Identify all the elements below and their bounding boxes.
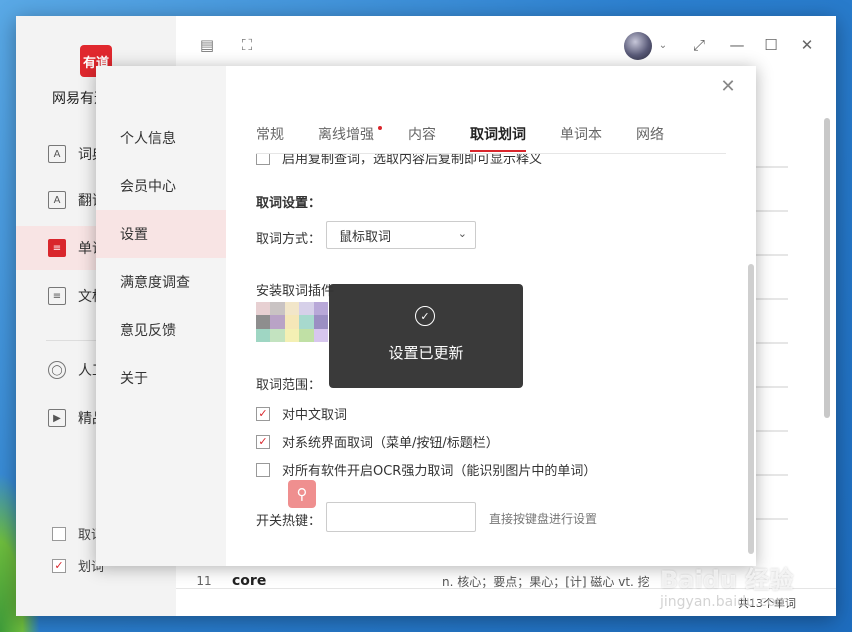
chevron-down-icon: ⌄ <box>457 227 467 240</box>
tab-network[interactable]: 网络 <box>636 124 664 144</box>
lookup-mode-label: 取词方式： <box>256 232 322 247</box>
mini-mode-icon[interactable]: ⤢ <box>690 36 708 54</box>
scope-ocr-option[interactable]: 对所有软件开启OCR强力取词（能识别图片中的单词） <box>256 460 596 479</box>
document-icon: ≡ <box>48 287 66 305</box>
close-icon[interactable]: ✕ <box>718 76 738 97</box>
document-icon[interactable]: ▤ <box>198 36 216 54</box>
checkbox[interactable] <box>52 526 66 541</box>
hotkey-input[interactable] <box>326 502 476 532</box>
wordbook-icon: ≡ <box>48 239 66 257</box>
tab-lookup[interactable]: 取词划词 <box>470 124 526 144</box>
toast-message: 设置已更新 <box>388 344 464 362</box>
maximize-icon[interactable]: ☐ <box>762 36 780 54</box>
translate-icon: A <box>48 191 66 209</box>
settings-sidebar: 个人信息 会员中心 设置 满意度调查 意见反馈 关于 <box>96 66 226 566</box>
settings-tabs: 常规 离线增强 内容 取词划词 单词本 网络 <box>256 124 726 154</box>
checkbox-checked[interactable]: ✓ <box>256 434 270 449</box>
scope-system-ui-option[interactable]: ✓ 对系统界面取词（菜单/按钮/标题栏） <box>256 432 499 451</box>
row-definition: n. 核心；要点；果心；[计] 磁心 vt. 挖 <box>442 574 650 589</box>
plugin-label: 安装取词插件 <box>256 284 335 299</box>
row-number: 11 <box>196 574 212 588</box>
checkbox-checked[interactable]: ✓ <box>256 406 270 421</box>
section-title: 取词设置： <box>256 196 322 211</box>
checkbox[interactable] <box>256 154 270 165</box>
tab-wordbook[interactable]: 单词本 <box>560 124 602 144</box>
settings-nav-survey[interactable]: 满意度调查 <box>96 258 226 306</box>
settings-scrollbar[interactable] <box>748 264 754 554</box>
active-tab-indicator <box>470 150 526 152</box>
settings-nav-settings[interactable]: 设置 <box>96 210 226 258</box>
row-word: core <box>232 573 267 589</box>
settings-nav-about[interactable]: 关于 <box>96 354 226 402</box>
minimize-icon[interactable]: — <box>728 36 746 54</box>
settings-nav-feedback[interactable]: 意见反馈 <box>96 306 226 354</box>
hotkey-label: 开关热键： <box>256 514 322 529</box>
lookup-mode-select[interactable]: 鼠标取词 ⌄ <box>326 221 476 249</box>
screenshot-icon[interactable]: ⛶ <box>238 36 256 54</box>
tab-content[interactable]: 内容 <box>408 124 436 144</box>
scope-label: 取词范围： <box>256 378 322 393</box>
hotkey-hint: 直接按键盘进行设置 <box>489 512 598 526</box>
close-icon[interactable]: ✕ <box>798 36 816 54</box>
new-dot-icon <box>378 126 382 130</box>
video-icon: ▶ <box>48 409 66 427</box>
watermark-url: jingyan.baidu.com <box>660 594 790 610</box>
search-icon: ⚲ <box>288 480 316 508</box>
watermark-logo: Baidu 经验 <box>660 566 794 594</box>
check-circle-icon: ✓ <box>415 306 435 326</box>
plugin-thumbnail[interactable] <box>256 302 328 342</box>
word-list-scrollbar[interactable] <box>824 118 830 418</box>
tab-offline[interactable]: 离线增强 <box>318 124 374 144</box>
headset-icon: ◯ <box>48 361 66 379</box>
chevron-down-icon[interactable]: ⌄ <box>654 36 672 54</box>
checkbox-checked[interactable]: ✓ <box>52 558 66 573</box>
tab-general[interactable]: 常规 <box>256 124 284 144</box>
checkbox[interactable] <box>256 462 270 477</box>
settings-nav-membership[interactable]: 会员中心 <box>96 162 226 210</box>
user-avatar[interactable] <box>624 32 652 60</box>
settings-nav-profile[interactable]: 个人信息 <box>96 114 226 162</box>
scope-chinese-option[interactable]: ✓ 对中文取词 <box>256 404 347 423</box>
toast-notification: ✓ 设置已更新 <box>329 284 523 388</box>
dictionary-icon: A <box>48 145 66 163</box>
copy-lookup-option[interactable]: 启用复制查词，选取内容后复制即可显示释义 <box>256 154 542 167</box>
